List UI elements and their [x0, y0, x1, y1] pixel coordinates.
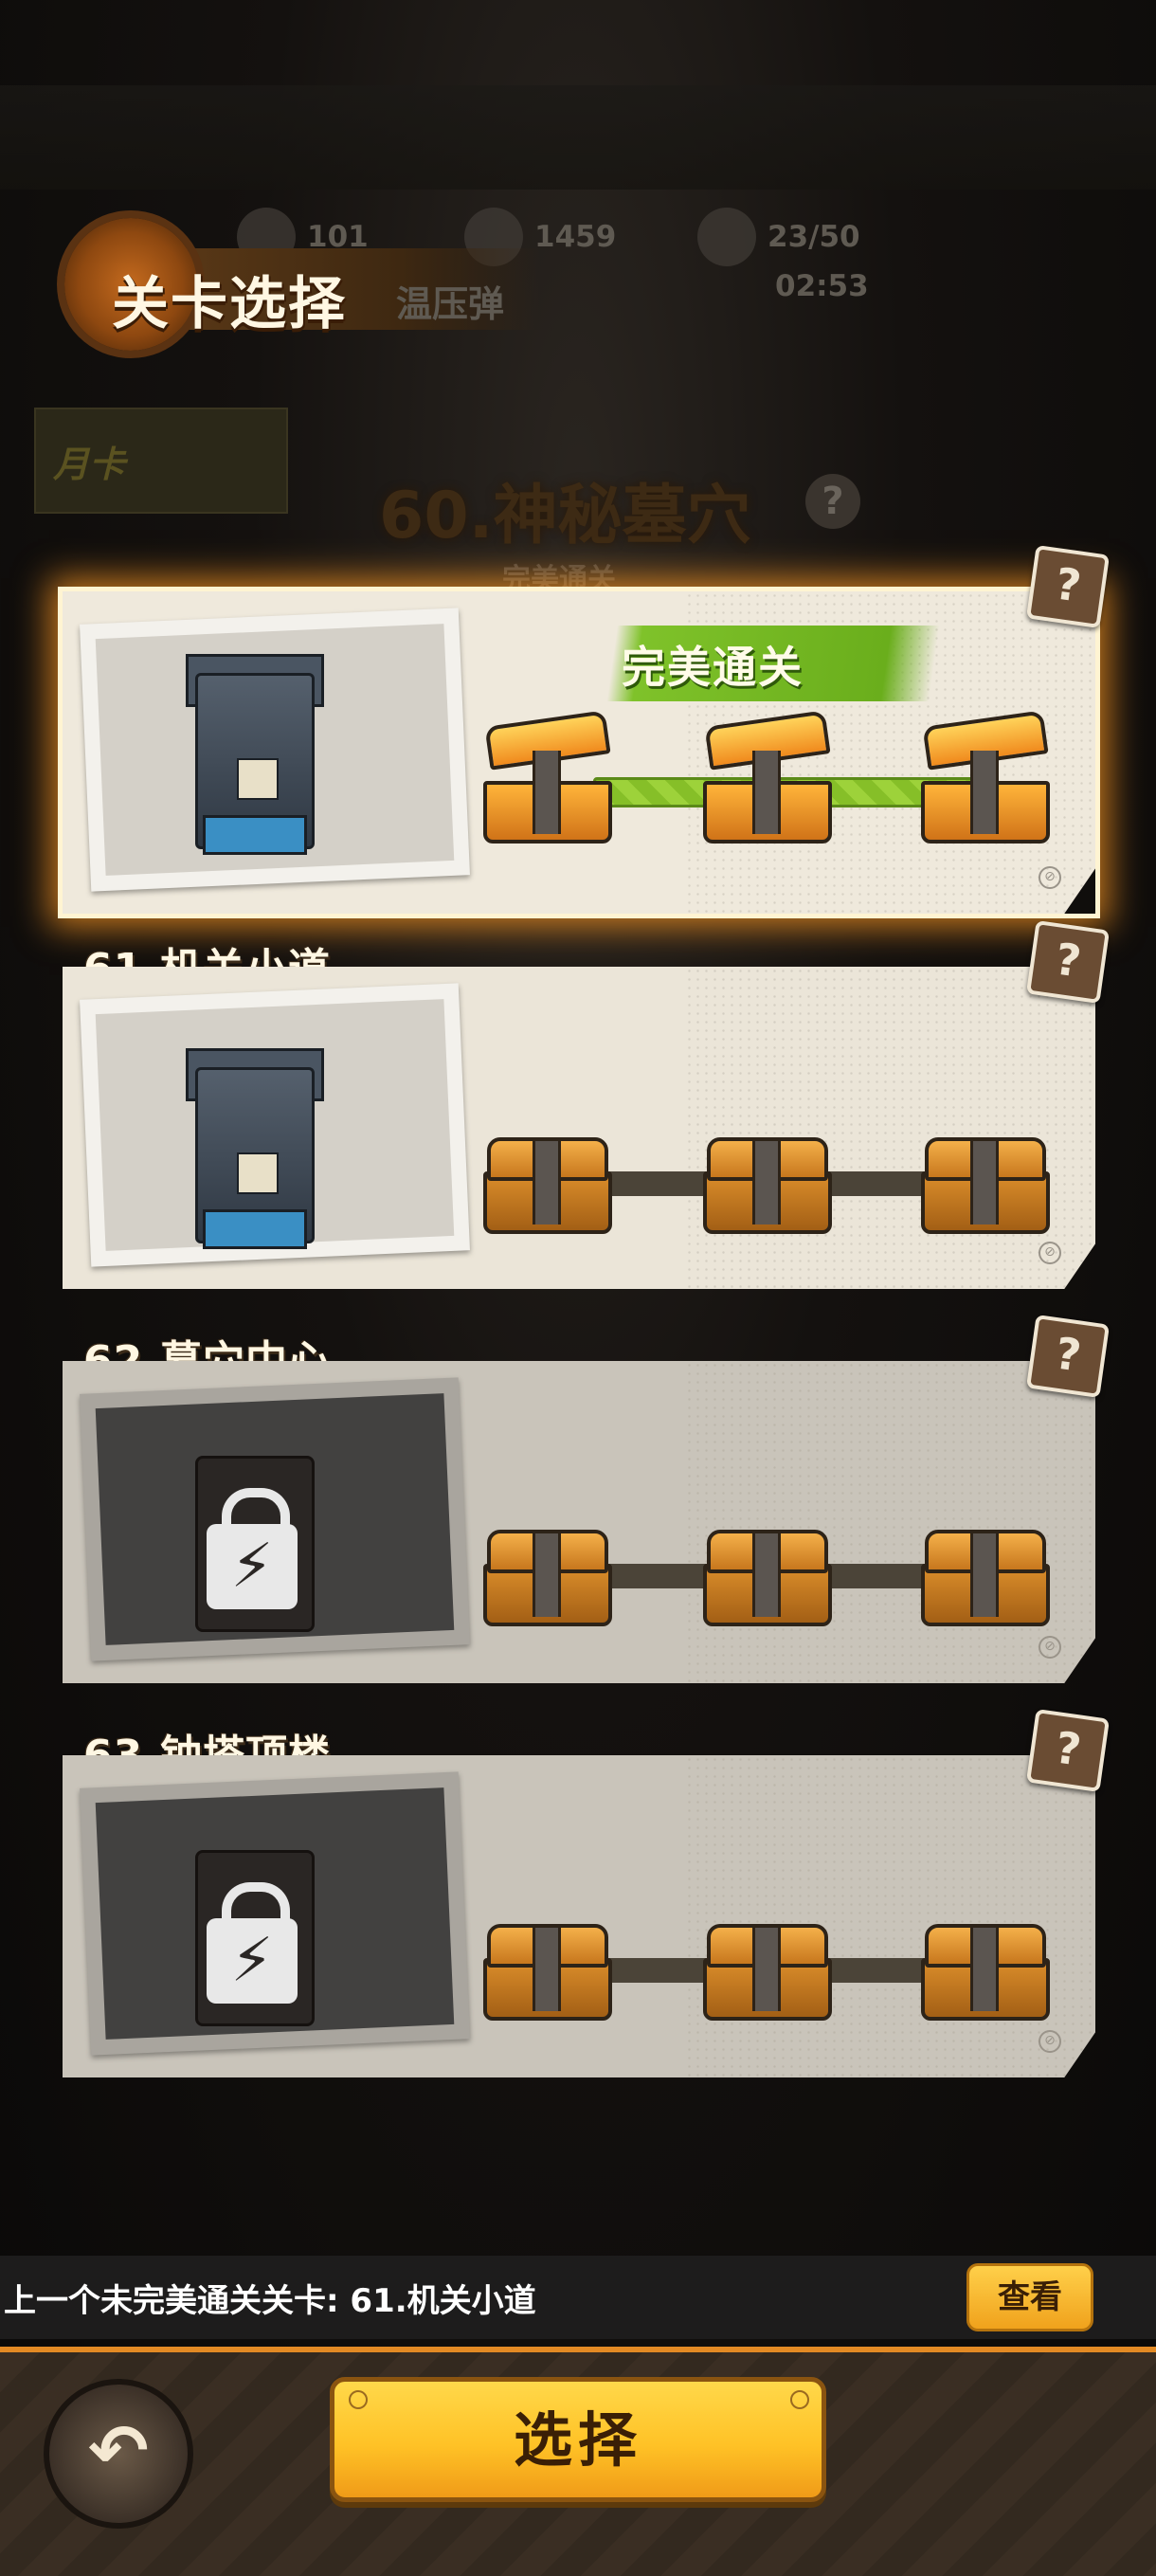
- help-icon: ?: [805, 474, 860, 529]
- select-button[interactable]: 选择: [330, 2377, 826, 2502]
- lock-icon: ⚡: [195, 1456, 315, 1632]
- lock-icon: ⚡: [195, 1850, 315, 2026]
- background-stage-title: 60.神秘墓穴: [379, 479, 751, 553]
- page-title: 关卡选择: [112, 271, 347, 337]
- rivet-icon: [790, 2390, 809, 2409]
- chest-closed-icon[interactable]: [703, 1924, 832, 2021]
- stage-card-61[interactable]: ? ⊘: [63, 919, 1111, 1289]
- resource-value: 23/50: [768, 220, 860, 254]
- chest-closed-icon[interactable]: [483, 1530, 612, 1626]
- stage-card-60[interactable]: ? ⊘: [63, 544, 1111, 914]
- screw-icon: ⊘: [1039, 1636, 1061, 1659]
- view-button[interactable]: 查看: [966, 2263, 1093, 2331]
- help-icon[interactable]: ?: [1025, 1314, 1111, 1399]
- tower-icon: [186, 654, 324, 855]
- last-unperfected-stage-text: 上一个未完美通关关卡: 61.机关小道: [4, 2282, 536, 2320]
- help-icon[interactable]: ?: [1025, 544, 1111, 629]
- screw-icon: ⊘: [1039, 1242, 1061, 1264]
- resource-value: 1459: [534, 220, 617, 254]
- background-subtitle: 温压弹: [396, 283, 505, 325]
- rivet-icon: [349, 2390, 368, 2409]
- stage-card-63[interactable]: ⚡ ? ⊘: [63, 1708, 1111, 2077]
- stage-card-62[interactable]: ⚡ ? ⊘: [63, 1314, 1111, 1683]
- chest-closed-icon[interactable]: [921, 1137, 1050, 1234]
- chest-closed-icon[interactable]: [921, 1924, 1050, 2021]
- stamina-timer: 02:53: [775, 269, 869, 303]
- help-icon[interactable]: ?: [1025, 919, 1111, 1005]
- back-arrow-icon: ↶: [88, 2408, 149, 2493]
- chest-closed-icon[interactable]: [703, 1137, 832, 1234]
- chest-open-icon[interactable]: [921, 710, 1050, 844]
- chest-closed-icon[interactable]: [483, 1137, 612, 1234]
- chest-closed-icon[interactable]: [921, 1530, 1050, 1626]
- month-card: 月卡: [34, 408, 288, 514]
- stamina-drumstick-icon: [697, 208, 756, 266]
- chest-open-icon[interactable]: [703, 710, 832, 844]
- top-bar: [0, 85, 1156, 190]
- resource-stamina: 23/50: [697, 204, 860, 270]
- chest-closed-icon[interactable]: [483, 1924, 612, 2021]
- back-button[interactable]: ↶: [44, 2379, 193, 2529]
- chest-closed-icon[interactable]: [703, 1530, 832, 1626]
- help-icon[interactable]: ?: [1025, 1708, 1111, 1793]
- screw-icon: ⊘: [1039, 866, 1061, 889]
- perfect-clear-label: 完美通关: [622, 642, 804, 693]
- tower-icon: [186, 1048, 324, 1249]
- screw-icon: ⊘: [1039, 2030, 1061, 2053]
- chest-open-icon[interactable]: [483, 710, 612, 844]
